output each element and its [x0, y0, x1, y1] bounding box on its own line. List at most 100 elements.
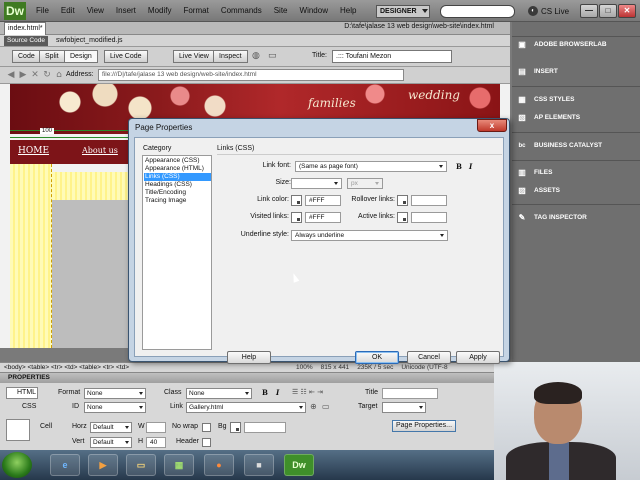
- dialog-close-button[interactable]: x: [477, 119, 507, 132]
- inspect-button[interactable]: Inspect: [213, 50, 248, 63]
- close-window-button[interactable]: ✕: [618, 4, 636, 18]
- panel-browserlab[interactable]: ▣ ADOBE BROWSERLAB: [512, 36, 640, 54]
- category-appearance-html[interactable]: Appearance (HTML): [144, 165, 211, 173]
- menu-window[interactable]: Window: [294, 0, 334, 22]
- taskbar-firefox[interactable]: ●: [204, 454, 234, 476]
- bg-color-input[interactable]: [244, 422, 286, 433]
- category-title-encoding[interactable]: Title/Encoding: [144, 189, 211, 197]
- target-select[interactable]: [382, 402, 426, 413]
- link-color-swatch[interactable]: [291, 195, 302, 206]
- panel-insert[interactable]: ▤ INSERT: [512, 63, 640, 81]
- visited-color-swatch[interactable]: [291, 212, 302, 223]
- visited-color-input[interactable]: #FFF: [305, 212, 341, 223]
- stop-icon[interactable]: ✕: [30, 70, 40, 80]
- italic-button[interactable]: I: [276, 388, 279, 397]
- taskbar-media-player[interactable]: ▶: [88, 454, 118, 476]
- menu-view[interactable]: View: [81, 0, 110, 22]
- minimize-button[interactable]: —: [580, 4, 598, 18]
- back-icon[interactable]: ◀: [6, 70, 16, 80]
- id-select[interactable]: None: [84, 402, 146, 413]
- category-list[interactable]: Appearance (CSS) Appearance (HTML) Links…: [142, 155, 212, 350]
- menu-commands[interactable]: Commands: [215, 0, 268, 22]
- link-italic-button[interactable]: I: [469, 162, 472, 171]
- live-code-button[interactable]: Live Code: [104, 50, 148, 63]
- css-mode-button[interactable]: CSS: [6, 401, 38, 413]
- page-properties-button[interactable]: Page Properties...: [392, 420, 456, 432]
- link-input[interactable]: Gallery.html: [186, 402, 306, 413]
- help-button[interactable]: Help: [227, 351, 271, 364]
- taskbar-explorer[interactable]: ▭: [126, 454, 156, 476]
- taskbar-camera[interactable]: ■: [244, 454, 274, 476]
- forward-icon[interactable]: ▶: [18, 70, 28, 80]
- related-file-swfobject[interactable]: swfobject_modified.js: [56, 36, 123, 46]
- globe-icon[interactable]: ◍: [252, 51, 262, 61]
- vert-select[interactable]: Default: [90, 437, 132, 448]
- rollover-color-swatch[interactable]: [397, 195, 408, 206]
- category-appearance-css[interactable]: Appearance (CSS): [144, 157, 211, 165]
- point-to-file-icon[interactable]: ⊕: [310, 402, 320, 412]
- window-size[interactable]: 815 x 441: [321, 364, 350, 371]
- nav-link-home[interactable]: HOME: [18, 146, 49, 156]
- menu-format[interactable]: Format: [177, 0, 214, 22]
- home-icon[interactable]: ⌂: [54, 70, 64, 80]
- cancel-button[interactable]: Cancel: [407, 351, 451, 364]
- panel-tag-inspector[interactable]: ✎ TAG INSPECTOR: [512, 209, 640, 227]
- category-headings-css[interactable]: Headings (CSS): [144, 181, 211, 189]
- split-view-button[interactable]: Split: [39, 50, 65, 63]
- zoom-level[interactable]: 100%: [296, 364, 313, 371]
- nav-link-about[interactable]: About us: [82, 146, 118, 155]
- nowrap-checkbox[interactable]: [202, 423, 211, 432]
- underline-style-select[interactable]: Always underline: [291, 230, 448, 241]
- active-color-input[interactable]: [411, 212, 447, 223]
- panel-css-styles[interactable]: ▦ CSS STYLES: [512, 91, 640, 109]
- help-search-input[interactable]: [440, 5, 515, 18]
- tag-selector[interactable]: <body> <table> <tr> <td> <table> <tr> <t…: [4, 364, 129, 371]
- link-font-select[interactable]: (Same as page font): [295, 161, 447, 172]
- cs-live-button[interactable]: ◐ CS Live: [528, 4, 569, 18]
- menu-help[interactable]: Help: [334, 0, 362, 22]
- menu-site[interactable]: Site: [268, 0, 294, 22]
- active-color-swatch[interactable]: [397, 212, 408, 223]
- title-input[interactable]: .::: Toufani Mezon: [332, 50, 452, 63]
- start-button[interactable]: [2, 452, 32, 478]
- title-prop-input[interactable]: [382, 388, 438, 399]
- menu-edit[interactable]: Edit: [55, 0, 81, 22]
- menu-file[interactable]: File: [30, 0, 55, 22]
- taskbar-ie[interactable]: e: [50, 454, 80, 476]
- panel-files[interactable]: ▥ FILES: [512, 164, 640, 182]
- link-bold-button[interactable]: B: [456, 162, 462, 171]
- source-code-tab[interactable]: Source Code: [4, 36, 48, 46]
- design-view-button[interactable]: Design: [64, 50, 98, 63]
- panel-ap-elements[interactable]: ▧ AP ELEMENTS: [512, 109, 640, 127]
- panel-business-catalyst[interactable]: bc BUSINESS CATALYST: [512, 137, 640, 155]
- format-select[interactable]: None: [84, 388, 146, 399]
- html-mode-button[interactable]: HTML: [6, 387, 38, 399]
- horz-select[interactable]: Default: [90, 422, 132, 433]
- header-checkbox[interactable]: [202, 438, 211, 447]
- ok-button[interactable]: OK: [355, 351, 399, 364]
- code-view-button[interactable]: Code: [12, 50, 41, 63]
- height-input[interactable]: 40: [146, 437, 166, 448]
- bg-color-swatch[interactable]: [230, 422, 241, 433]
- class-select[interactable]: None: [186, 388, 252, 399]
- panel-assets[interactable]: ▨ ASSETS: [512, 182, 640, 200]
- category-tracing-image[interactable]: Tracing Image: [144, 197, 211, 205]
- refresh-icon[interactable]: ↻: [42, 70, 52, 80]
- tab-index-html[interactable]: index.html* ×: [4, 22, 46, 44]
- apply-button[interactable]: Apply: [456, 351, 500, 364]
- bold-button[interactable]: B: [262, 388, 268, 397]
- menu-insert[interactable]: Insert: [110, 0, 142, 22]
- link-color-input[interactable]: #FFF: [305, 195, 341, 206]
- list-indent-icons[interactable]: ☰ ☷ ⇤ ⇥: [292, 388, 342, 398]
- address-input[interactable]: file:///D|/tafe/jalase 13 web design/web…: [98, 69, 404, 81]
- maximize-button[interactable]: □: [599, 4, 617, 18]
- size-select[interactable]: [291, 178, 342, 189]
- live-view-button[interactable]: Live View: [173, 50, 215, 63]
- multiscreen-icon[interactable]: ▭: [268, 51, 278, 61]
- width-input[interactable]: [146, 422, 166, 433]
- taskbar-app-green[interactable]: ▦: [164, 454, 194, 476]
- browse-folder-icon[interactable]: ▭: [322, 402, 332, 412]
- category-links-css[interactable]: Links (CSS): [144, 173, 211, 181]
- taskbar-dreamweaver[interactable]: Dw: [284, 454, 314, 476]
- menu-modify[interactable]: Modify: [142, 0, 178, 22]
